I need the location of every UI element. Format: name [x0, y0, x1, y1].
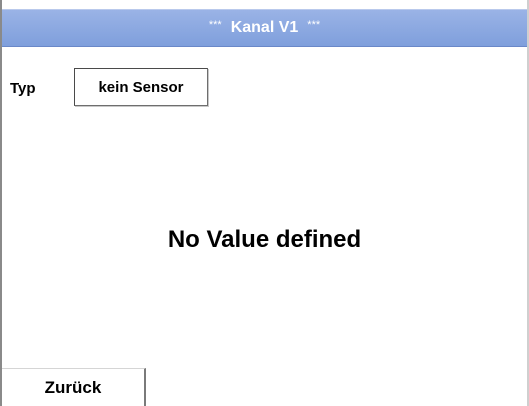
channel-screen: *** Kanal V1 *** Typ kein Sensor No Valu…	[0, 0, 529, 406]
page-title: Kanal V1	[230, 19, 299, 36]
title-bar: *** Kanal V1 ***	[2, 9, 527, 47]
back-button[interactable]: Zurück	[2, 368, 146, 406]
type-field[interactable]: kein Sensor	[74, 68, 208, 106]
no-value-message: No Value defined	[167, 226, 362, 253]
back-button-label: Zurück	[44, 377, 102, 397]
title-stars-left: ***	[208, 19, 222, 31]
type-field-value: kein Sensor	[98, 78, 184, 96]
type-label: Typ	[10, 80, 36, 97]
title-stars-right: ***	[307, 19, 321, 31]
screen-frame-left	[0, 0, 2, 406]
